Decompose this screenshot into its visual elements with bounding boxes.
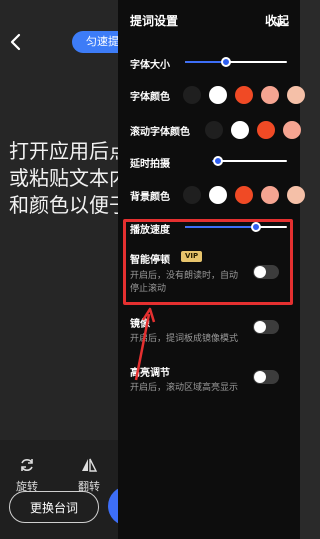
annotation-arrow-icon (134, 307, 156, 381)
